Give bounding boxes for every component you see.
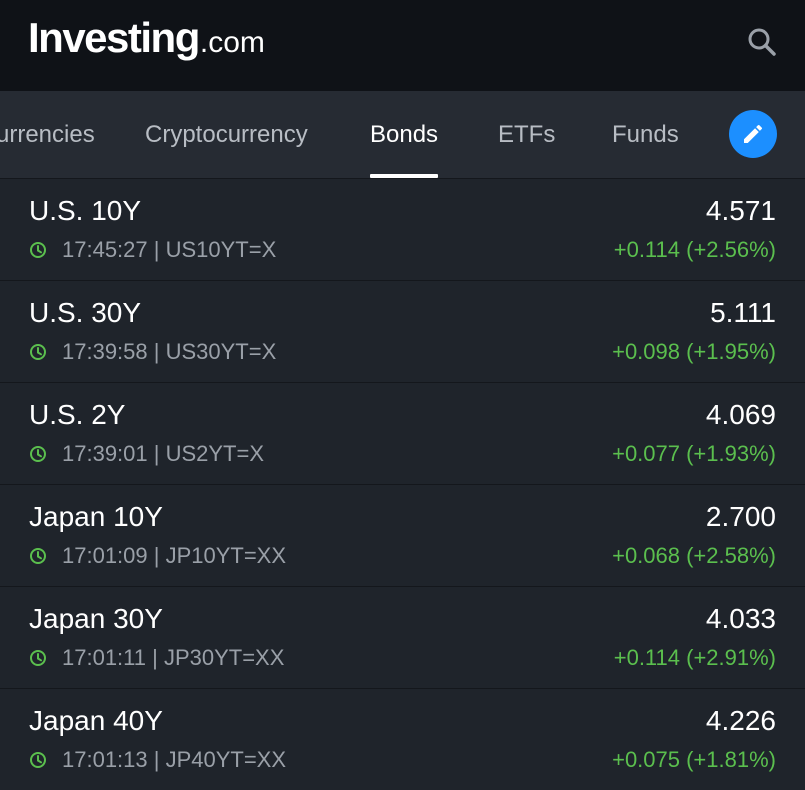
bond-price: 5.111	[710, 297, 776, 328]
tab-cryptocurrency[interactable]: Cryptocurrency	[145, 91, 308, 178]
clock-icon	[30, 344, 46, 360]
bond-row-japan-10y[interactable]: Japan 10Y 17:01:09 | JP10YT=XX 2.700 +0.…	[0, 485, 805, 587]
app-header: Investing .com	[0, 0, 805, 91]
bond-row-us-2y[interactable]: U.S. 2Y 17:39:01 | US2YT=X 4.069 +0.077 …	[0, 383, 805, 485]
bond-meta: 17:01:13 | JP40YT=XX	[29, 747, 286, 773]
bond-row-us-10y[interactable]: U.S. 10Y 17:45:27 | US10YT=X 4.571 +0.11…	[0, 179, 805, 281]
bond-meta: 17:01:09 | JP10YT=XX	[29, 543, 286, 569]
bond-change: +0.075 (+1.81%)	[612, 747, 776, 772]
search-button[interactable]	[742, 22, 782, 62]
pencil-icon	[744, 124, 763, 143]
tab-bonds[interactable]: Bonds	[370, 91, 439, 178]
bond-row-japan-40y[interactable]: Japan 40Y 17:01:13 | JP40YT=XX 4.226 +0.…	[0, 689, 805, 790]
investing-logo[interactable]: Investing .com	[28, 14, 265, 70]
bond-meta: 17:39:58 | US30YT=X	[29, 339, 276, 365]
bond-change: +0.098 (+1.95%)	[612, 339, 776, 364]
bond-name: U.S. 30Y	[29, 297, 142, 328]
bond-time-symbol: 17:45:27 | US10YT=X	[62, 237, 277, 262]
tab-label: Funds	[612, 121, 679, 148]
bond-meta: 17:01:11 | JP30YT=XX	[29, 645, 284, 671]
bond-row-us-30y[interactable]: U.S. 30Y 17:39:58 | US30YT=X 5.111 +0.09…	[0, 281, 805, 383]
tab-label: ETFs	[498, 121, 556, 148]
clock-icon	[30, 752, 46, 768]
clock-icon	[30, 548, 46, 564]
bond-time-symbol: 17:01:09 | JP10YT=XX	[62, 543, 287, 568]
clock-icon	[30, 650, 46, 666]
bond-price: 4.226	[705, 705, 776, 736]
bond-price: 2.700	[705, 501, 776, 532]
edit-tabs-button[interactable]	[729, 110, 777, 158]
bond-change: +0.068 (+2.58%)	[612, 543, 776, 568]
bond-meta: 17:39:01 | US2YT=X	[29, 441, 264, 467]
bond-name: Japan 40Y	[29, 705, 163, 736]
tab-label: Bonds	[370, 121, 439, 148]
tab-currencies[interactable]: urrencies	[0, 91, 95, 178]
bond-name: Japan 30Y	[29, 603, 163, 634]
tab-label: Cryptocurrency	[145, 121, 308, 148]
category-tabs: urrencies Cryptocurrency Bonds ETFs Fund…	[0, 91, 805, 179]
logo-main-text: Investing	[28, 14, 200, 61]
bond-time-symbol: 17:39:01 | US2YT=X	[62, 441, 265, 466]
bond-time-symbol: 17:39:58 | US30YT=X	[62, 339, 277, 364]
tab-funds[interactable]: Funds	[612, 91, 679, 178]
bond-change: +0.077 (+1.93%)	[612, 441, 776, 466]
bond-change: +0.114 (+2.91%)	[613, 645, 776, 670]
tab-etfs[interactable]: ETFs	[498, 91, 555, 178]
bond-name: U.S. 10Y	[29, 195, 142, 226]
bond-price: 4.033	[705, 603, 776, 634]
bond-name: U.S. 2Y	[29, 399, 126, 430]
tab-label: urrencies	[0, 121, 95, 148]
bond-name: Japan 10Y	[29, 501, 163, 532]
bond-row-japan-30y[interactable]: Japan 30Y 17:01:11 | JP30YT=XX 4.033 +0.…	[0, 587, 805, 689]
search-icon	[748, 28, 776, 56]
logo-suffix-text: .com	[199, 26, 265, 59]
bond-list: U.S. 10Y 17:45:27 | US10YT=X 4.571 +0.11…	[0, 179, 805, 790]
bond-price: 4.571	[705, 195, 776, 226]
clock-icon	[30, 242, 46, 258]
clock-icon	[30, 446, 46, 462]
bond-change: +0.114 (+2.56%)	[613, 237, 776, 262]
bond-time-symbol: 17:01:13 | JP40YT=XX	[62, 747, 287, 772]
active-tab-indicator	[370, 174, 439, 178]
bond-meta: 17:45:27 | US10YT=X	[29, 237, 276, 263]
bond-price: 4.069	[705, 399, 776, 430]
bond-time-symbol: 17:01:11 | JP30YT=XX	[62, 645, 285, 670]
